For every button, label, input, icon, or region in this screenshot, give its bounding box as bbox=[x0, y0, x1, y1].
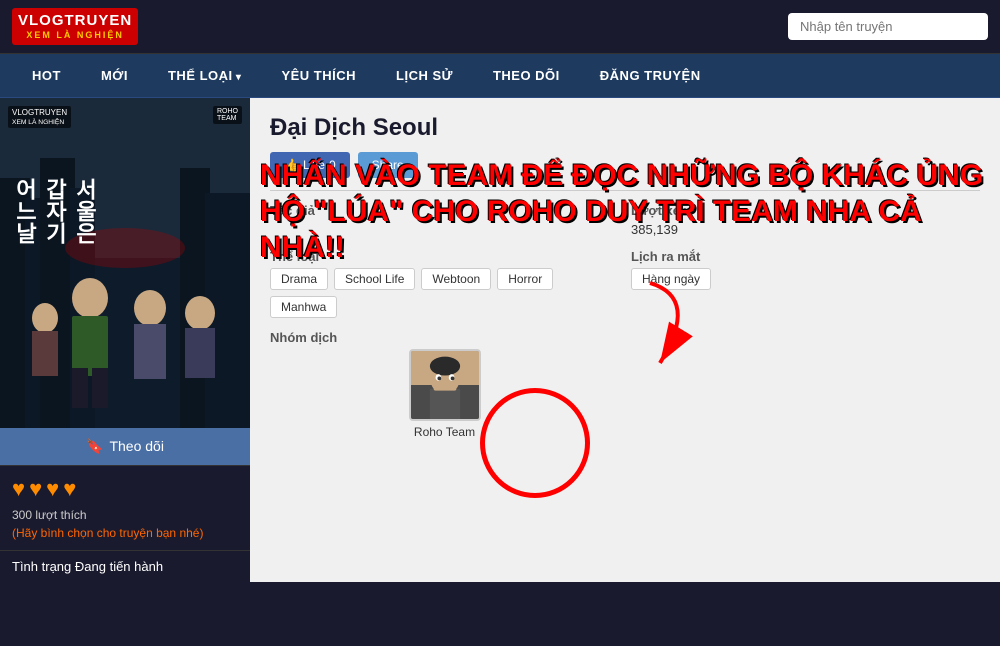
rating-area: ♥ ♥ ♥ ♥ 300 lượt thích (Hãy bình chọn ch… bbox=[0, 465, 250, 550]
release-section: Lịch ra mắt Hàng ngày bbox=[631, 249, 980, 318]
translator-section: Nhóm dịch bbox=[270, 330, 619, 439]
release-value: Hàng ngày bbox=[631, 268, 711, 290]
share-button[interactable]: Share bbox=[358, 152, 418, 178]
site-header: VLOGTRUYEN XEM LÀ NGHIỆN bbox=[0, 0, 1000, 54]
search-input[interactable] bbox=[788, 13, 988, 40]
translator-name: Roho Team bbox=[414, 425, 475, 439]
genre-tags: Drama School Life Webtoon Horror Manhwa bbox=[270, 268, 619, 318]
logo-area[interactable]: VLOGTRUYEN XEM LÀ NGHIỆN bbox=[12, 8, 138, 45]
genre-drama[interactable]: Drama bbox=[270, 268, 328, 290]
nav-item-moi[interactable]: MỚI bbox=[81, 54, 148, 97]
views-label: Lượt xem bbox=[631, 203, 980, 218]
views-section: Lượt xem 385,139 bbox=[631, 203, 980, 237]
heart-2[interactable]: ♥ bbox=[29, 476, 42, 502]
svg-text:어느날: 어느날 bbox=[13, 178, 38, 244]
genre-section: Thể loại Drama School Life Webtoon Horro… bbox=[270, 249, 619, 318]
main-nav: HOT MỚI THỂ LOẠI YÊU THÍCH LỊCH SỬ THEO … bbox=[0, 54, 1000, 98]
release-label: Lịch ra mắt bbox=[631, 249, 980, 264]
svg-text:서울은: 서울은 bbox=[73, 178, 98, 244]
divider bbox=[270, 190, 980, 191]
follow-button[interactable]: 🔖 Theo dõi bbox=[0, 428, 250, 465]
heart-1[interactable]: ♥ bbox=[12, 476, 25, 502]
genre-label: Thể loại bbox=[270, 249, 619, 264]
bookmark-icon: 🔖 bbox=[86, 438, 103, 455]
status-label: Tình trạng bbox=[12, 559, 71, 574]
left-panel: VLOGTRUYENXEM LÀ NGHIỆN ROHOTEAM bbox=[0, 98, 250, 582]
nav-item-theloai[interactable]: THỂ LOẠI bbox=[148, 54, 261, 97]
hearts-row: ♥ ♥ ♥ ♥ bbox=[12, 476, 238, 502]
translator-avatar[interactable] bbox=[409, 349, 481, 421]
cover-badge: ROHOTEAM bbox=[213, 106, 242, 124]
rating-count: 300 lượt thích bbox=[12, 508, 238, 522]
genre-webtoon[interactable]: Webtoon bbox=[421, 268, 491, 290]
avatar-illustration bbox=[411, 349, 479, 421]
status-row: Tình trạng Đang tiến hành bbox=[0, 550, 250, 582]
status-value: Đang tiến hành bbox=[75, 559, 163, 574]
author-label: Tác giả bbox=[270, 203, 619, 218]
cover-logo: VLOGTRUYENXEM LÀ NGHIỆN bbox=[8, 106, 71, 128]
nav-item-hot[interactable]: HOT bbox=[12, 54, 81, 97]
action-buttons: 👍 Like 0 Share bbox=[270, 152, 980, 178]
logo-sub-text: XEM LÀ NGHIỆN bbox=[18, 30, 132, 41]
like-button[interactable]: 👍 Like 0 bbox=[270, 152, 350, 178]
translator-area: Roho Team bbox=[270, 349, 619, 439]
svg-text:갑자기: 갑자기 bbox=[43, 178, 68, 244]
author-section: Tác giả bbox=[270, 203, 619, 237]
nav-item-yeuthich[interactable]: YÊU THÍCH bbox=[261, 54, 376, 97]
follow-label: Theo dõi bbox=[109, 438, 163, 454]
nav-item-theodoi[interactable]: THEO DÕI bbox=[473, 54, 580, 97]
info-grid: Tác giả Lượt xem 385,139 Thể loại Drama … bbox=[270, 203, 980, 439]
main-content: VLOGTRUYENXEM LÀ NGHIỆN ROHOTEAM bbox=[0, 98, 1000, 582]
translator-label: Nhóm dịch bbox=[270, 330, 619, 345]
manga-title: Đại Dịch Seoul bbox=[270, 114, 980, 142]
views-value: 385,139 bbox=[631, 222, 980, 237]
right-panel: Đại Dịch Seoul 👍 Like 0 Share NHẤN VÀO T… bbox=[250, 98, 1000, 582]
cover-illustration: 어느날 갑자기 서울은 bbox=[0, 98, 250, 428]
genre-manhwa[interactable]: Manhwa bbox=[270, 296, 337, 318]
rating-vote-cta[interactable]: (Hãy bình chọn cho truyện bạn nhé) bbox=[12, 526, 238, 540]
genre-school[interactable]: School Life bbox=[334, 268, 415, 290]
thumbs-up-icon: 👍 bbox=[284, 158, 299, 172]
site-logo[interactable]: VLOGTRUYEN XEM LÀ NGHIỆN bbox=[12, 8, 138, 45]
heart-3[interactable]: ♥ bbox=[46, 476, 59, 502]
like-count: 0 bbox=[329, 158, 336, 172]
like-label: Like bbox=[303, 158, 325, 172]
nav-item-lichsu[interactable]: LỊCH SỬ bbox=[376, 54, 473, 97]
logo-main-text: VLOGTRUYEN bbox=[18, 12, 132, 30]
book-cover: VLOGTRUYENXEM LÀ NGHIỆN ROHOTEAM bbox=[0, 98, 250, 428]
nav-item-dangtruyen[interactable]: ĐĂNG TRUYỆN bbox=[580, 54, 721, 97]
genre-horror[interactable]: Horror bbox=[497, 268, 553, 290]
heart-4[interactable]: ♥ bbox=[63, 476, 76, 502]
